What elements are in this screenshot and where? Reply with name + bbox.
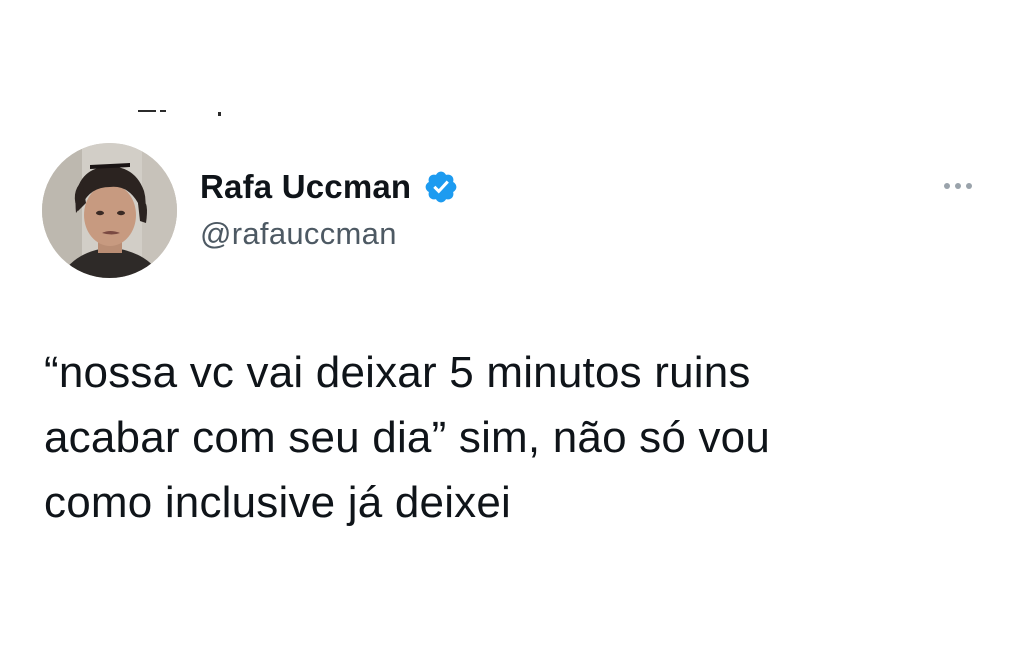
avatar[interactable]: [42, 143, 177, 278]
dot: [966, 183, 972, 189]
author-name-row: Rafa Uccman: [200, 165, 459, 209]
tweet-text: “nossa vc vai deixar 5 minutos ruins aca…: [44, 340, 1004, 535]
author-display-name[interactable]: Rafa Uccman: [200, 168, 411, 206]
cropped-header-marks: [138, 104, 238, 118]
tweet-text-line: como inclusive já deixei: [44, 478, 512, 527]
tweet-text-line: “nossa vc vai deixar 5 minutos ruins: [44, 348, 751, 397]
tweet-text-line: acabar com seu dia” sim, não só vou: [44, 413, 771, 462]
dot: [944, 183, 950, 189]
author-handle[interactable]: @rafauccman: [200, 216, 397, 252]
dot: [955, 183, 961, 189]
more-dots-icon[interactable]: [934, 176, 982, 196]
profile-photo: [42, 143, 177, 278]
verified-badge-icon: [423, 169, 459, 205]
